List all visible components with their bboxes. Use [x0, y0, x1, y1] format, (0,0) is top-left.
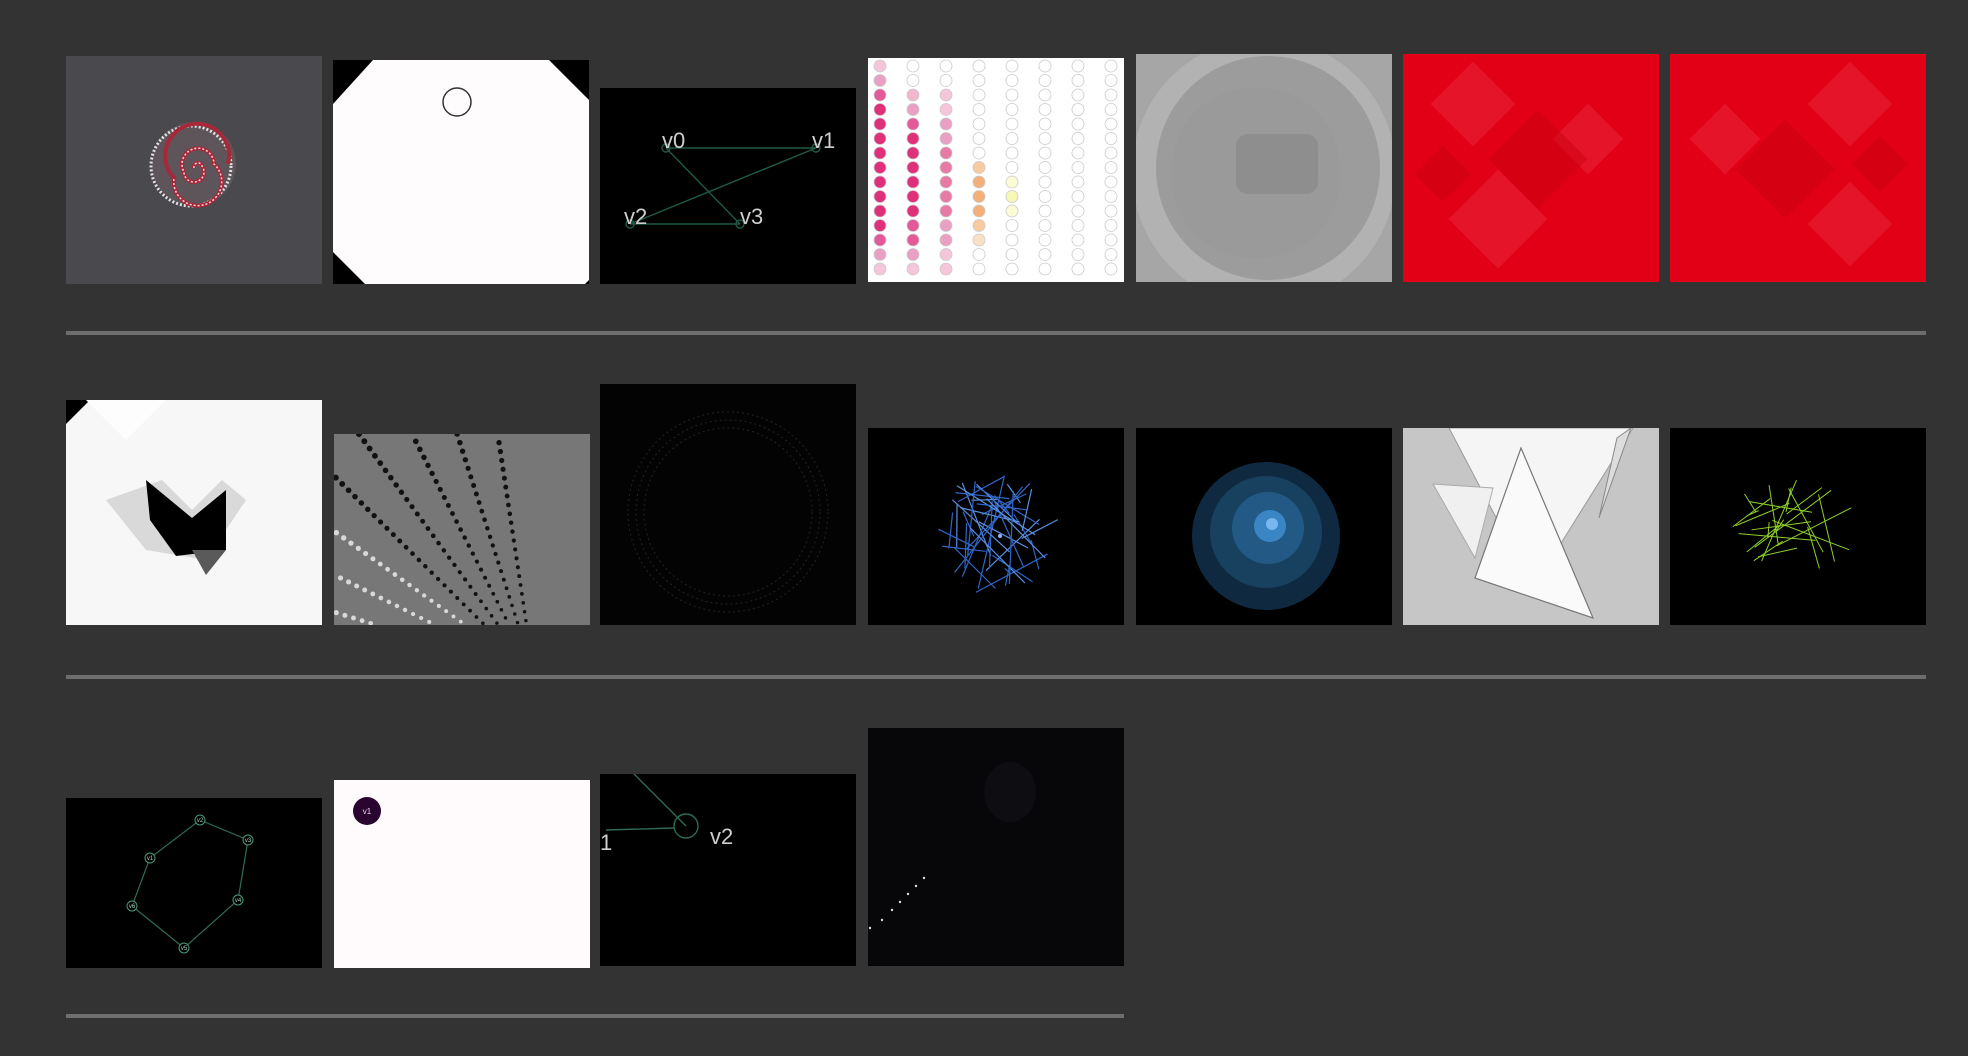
thumbnail-red-diamonds-a[interactable]: [1403, 54, 1659, 282]
vertex-label: v5: [181, 946, 188, 952]
thumbnail-dark-circles[interactable]: [600, 384, 856, 625]
vertex-label: v1: [812, 128, 835, 153]
vertex-label: v0: [662, 128, 685, 153]
thumbnail-graph-four-vertices[interactable]: v0 v1 v2 v3: [600, 88, 856, 284]
vertex-label: v4: [235, 898, 242, 904]
row-divider: [66, 1014, 1124, 1018]
vertex-label: v6: [129, 904, 136, 910]
thumbnail-green-lines[interactable]: [1670, 428, 1926, 625]
thumbnail-black-white-shapes[interactable]: [66, 400, 322, 625]
thumbnail-white-octagon[interactable]: [333, 60, 589, 284]
thumbnail-blue-orb[interactable]: [1136, 428, 1392, 625]
thumbnail-white-triangles[interactable]: [1403, 428, 1659, 625]
thumbnail-gray-rings[interactable]: [1136, 54, 1392, 282]
thumbnail-hexagon-graph[interactable]: v2 v3 v1 v4 v6 v5: [66, 798, 322, 968]
vertex-label: v3: [245, 838, 252, 844]
vertex-label: v1: [147, 856, 154, 862]
thumbnail-red-diamonds-b[interactable]: [1670, 54, 1926, 282]
vertex-label: v2: [624, 204, 647, 229]
thumbnail-single-node[interactable]: v1: [334, 780, 590, 968]
thumbnail-dot-matrix[interactable]: [868, 58, 1124, 282]
thumbnail-graph-edge[interactable]: 1 v2: [600, 774, 856, 966]
thumbnail-dotted-rays[interactable]: [334, 434, 590, 625]
vertex-label: v2: [197, 818, 204, 824]
vertex-label: v3: [740, 204, 763, 229]
vertex-label: v1: [363, 807, 372, 816]
vertex-label: 1: [600, 830, 612, 855]
row-divider: [66, 675, 1926, 679]
thumbnail-blue-line-ball[interactable]: [868, 428, 1124, 625]
thumbnail-dark-dots[interactable]: [868, 728, 1124, 966]
thumbnail-spiral[interactable]: [66, 56, 322, 284]
vertex-label: v2: [710, 824, 733, 849]
row-divider: [66, 331, 1926, 335]
